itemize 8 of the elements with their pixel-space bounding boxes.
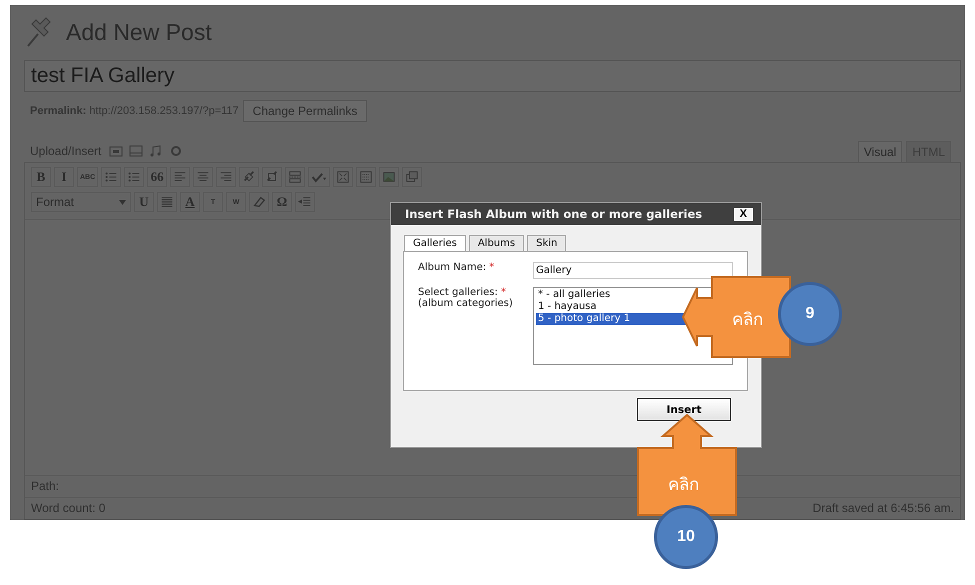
galleries-hint: (album categories): [418, 298, 514, 309]
galleries-label: Select galleries: *: [418, 287, 506, 298]
callout-label: คลิก: [732, 309, 763, 332]
page-title: Add New Post: [66, 18, 212, 46]
album-name-label: Album Name: *: [418, 262, 496, 275]
step-badge: 10: [654, 505, 718, 569]
dialog-title: Insert Flash Album with one or more galleries: [405, 207, 702, 221]
callout-label: คลิก: [668, 474, 699, 497]
